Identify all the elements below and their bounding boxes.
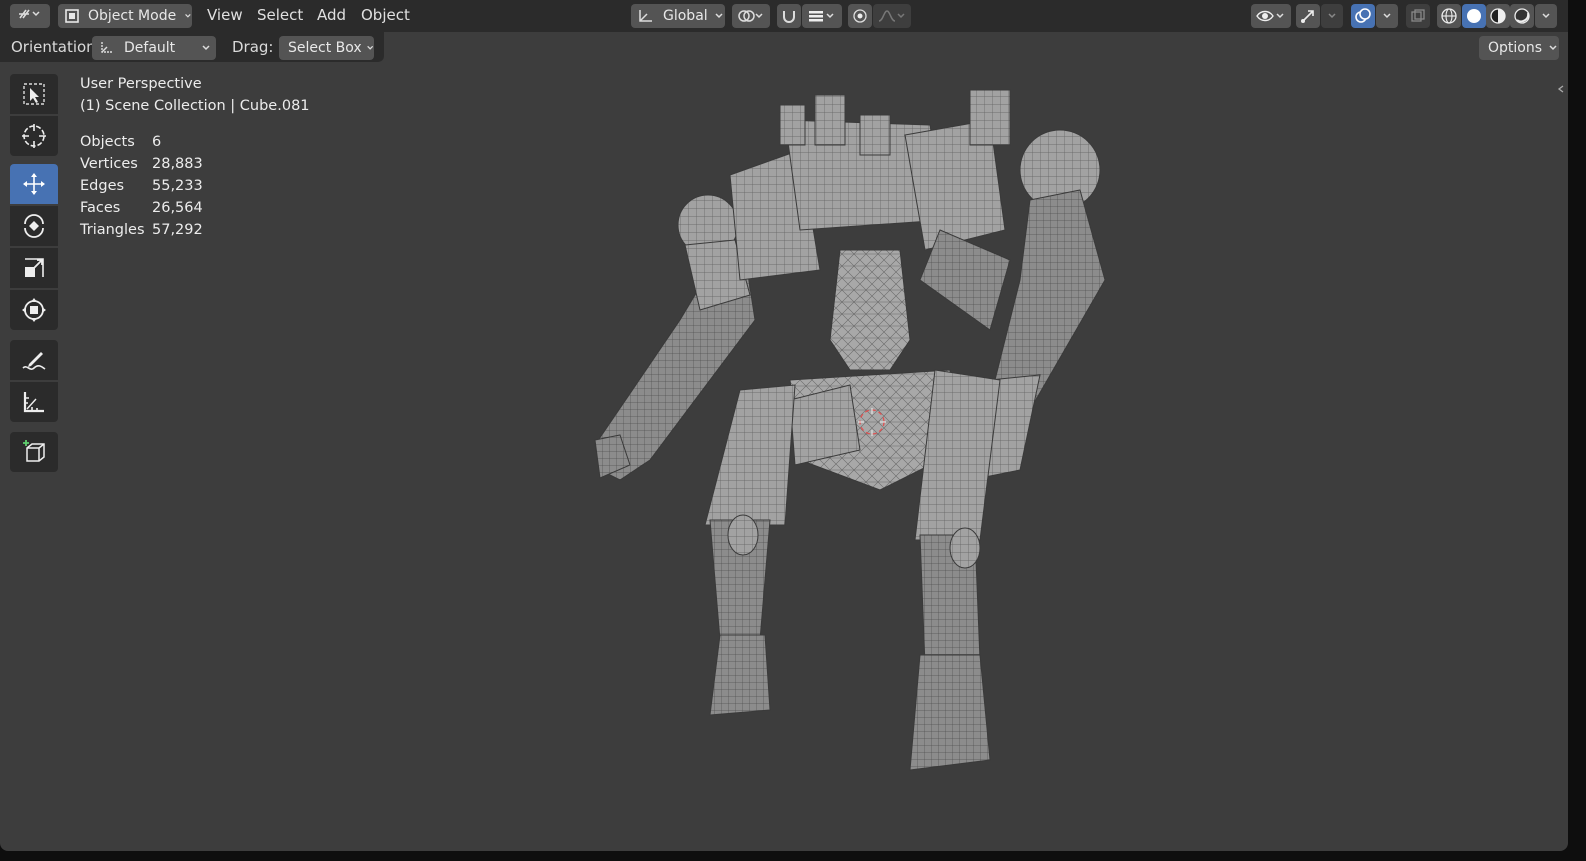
orientation-default-icon <box>98 40 116 56</box>
xray-icon <box>1411 9 1425 22</box>
add-cube-icon <box>23 440 45 462</box>
measure-icon <box>23 392 44 413</box>
stat-value: 57,292 <box>152 222 203 238</box>
eye-icon <box>1256 10 1284 22</box>
rotate-icon <box>24 214 44 238</box>
menu-select[interactable]: Select <box>257 6 303 26</box>
chevron-down-icon <box>715 13 723 19</box>
gizmo-toggle[interactable] <box>1296 4 1320 28</box>
annotate-icon <box>22 352 46 370</box>
pivot-icon <box>738 10 763 22</box>
orientation-axes-icon <box>637 8 655 24</box>
tool-scale[interactable] <box>10 248 58 288</box>
robot-mesh-model[interactable] <box>560 80 1120 790</box>
overlays-dropdown[interactable] <box>1376 4 1398 28</box>
tool-measure[interactable] <box>10 382 58 422</box>
tool-add-cube[interactable] <box>10 432 58 472</box>
drag-select[interactable]: Select Box <box>279 36 374 60</box>
stat-faces: Faces 26,564 <box>80 197 310 219</box>
chevron-down-icon <box>1328 13 1336 19</box>
proportional-edit-icon <box>853 9 867 23</box>
stat-label: Triangles <box>80 222 145 238</box>
transform-icon <box>22 298 46 322</box>
solid-sphere-icon <box>1467 9 1481 23</box>
transform-orientation-label: Global <box>663 8 708 24</box>
tool-cursor[interactable] <box>10 116 58 156</box>
snap-target-button[interactable] <box>802 4 842 28</box>
stat-label: Objects <box>80 134 135 150</box>
scale-icon <box>25 258 44 277</box>
stat-value: 6 <box>152 134 162 150</box>
object-mode-icon <box>64 8 80 24</box>
proportional-edit-toggle[interactable] <box>848 4 872 28</box>
tool-rotate[interactable] <box>10 206 58 246</box>
stat-value: 28,883 <box>152 156 203 172</box>
menu-object[interactable]: Object <box>361 6 410 26</box>
mode-select[interactable]: Object Mode <box>58 4 192 28</box>
falloff-curve-icon <box>878 10 905 22</box>
editor-type-icon <box>17 6 43 26</box>
overlays-icon <box>1355 8 1371 23</box>
editor-type-button[interactable] <box>10 4 50 28</box>
menu-add[interactable]: Add <box>317 6 346 26</box>
menu-view[interactable]: View <box>207 6 243 26</box>
orientation-value: Default <box>124 40 176 56</box>
select-box-icon <box>23 83 45 105</box>
chevron-down-icon <box>366 45 373 50</box>
overlays-toggle[interactable] <box>1351 4 1375 28</box>
tool-move[interactable] <box>10 164 58 204</box>
shading-dropdown[interactable] <box>1535 4 1557 28</box>
chevron-down-icon <box>1542 13 1550 19</box>
rendered-sphere-icon <box>1514 8 1530 24</box>
chevron-down-icon <box>1549 45 1557 51</box>
proportional-falloff-button[interactable] <box>873 4 911 28</box>
orientation-select[interactable]: Default <box>92 36 216 60</box>
magnet-icon <box>783 11 795 23</box>
stat-value: 55,233 <box>152 178 203 194</box>
stat-label: Vertices <box>80 156 138 172</box>
wireframe-sphere-icon <box>1441 8 1457 24</box>
mode-label: Object Mode <box>88 8 177 24</box>
stat-vertices: Vertices 28,883 <box>80 153 310 175</box>
move-icon <box>23 173 45 195</box>
shading-wireframe[interactable] <box>1437 4 1461 28</box>
material-sphere-icon <box>1490 8 1506 24</box>
options-label: Options <box>1488 40 1543 56</box>
shading-material[interactable] <box>1486 4 1510 28</box>
chevron-down-icon <box>1383 13 1391 19</box>
stat-triangles: Triangles 57,292 <box>80 219 310 241</box>
stat-label: Edges <box>80 178 125 194</box>
gizmo-dropdown[interactable] <box>1321 4 1343 28</box>
chevron-down-icon <box>202 45 210 51</box>
shading-rendered[interactable] <box>1510 4 1534 28</box>
tool-select-box[interactable] <box>10 74 58 114</box>
tool-transform[interactable] <box>10 290 58 330</box>
viewport-stats-overlay: User Perspective (1) Scene Collection | … <box>80 73 310 241</box>
blender-window: Object Mode View Select Add Object Globa… <box>0 0 1568 851</box>
viewport-header: Object Mode View Select Add Object Globa… <box>0 0 1568 32</box>
gizmo-icon <box>1301 10 1314 23</box>
stat-value: 26,564 <box>152 200 203 216</box>
stat-edges: Edges 55,233 <box>80 175 310 197</box>
options-button[interactable]: Options <box>1479 36 1559 60</box>
stat-objects: Objects 6 <box>80 131 310 153</box>
sidebar-expand-icon[interactable] <box>1556 84 1566 94</box>
drag-value: Select Box <box>288 40 362 56</box>
tool-settings-header: Orientation: Default Drag: Select Box Op… <box>0 32 1568 64</box>
view-name: User Perspective <box>80 76 202 92</box>
stat-label: Faces <box>80 200 121 216</box>
cursor-icon <box>22 124 46 148</box>
snap-toggle[interactable] <box>777 4 801 28</box>
shading-solid[interactable] <box>1462 4 1486 28</box>
drag-label: Drag: <box>232 38 274 56</box>
snap-increment-icon <box>809 11 834 22</box>
orientation-label: Orientation: <box>11 38 101 56</box>
collection-line: (1) Scene Collection | Cube.081 <box>80 98 310 114</box>
pivot-point-button[interactable] <box>732 4 770 28</box>
chevron-down-icon <box>185 14 191 18</box>
visibility-selectability-button[interactable] <box>1251 4 1291 28</box>
tool-annotate[interactable] <box>10 340 58 380</box>
xray-toggle[interactable] <box>1406 4 1430 28</box>
transform-orientation-select[interactable]: Global <box>631 4 725 28</box>
